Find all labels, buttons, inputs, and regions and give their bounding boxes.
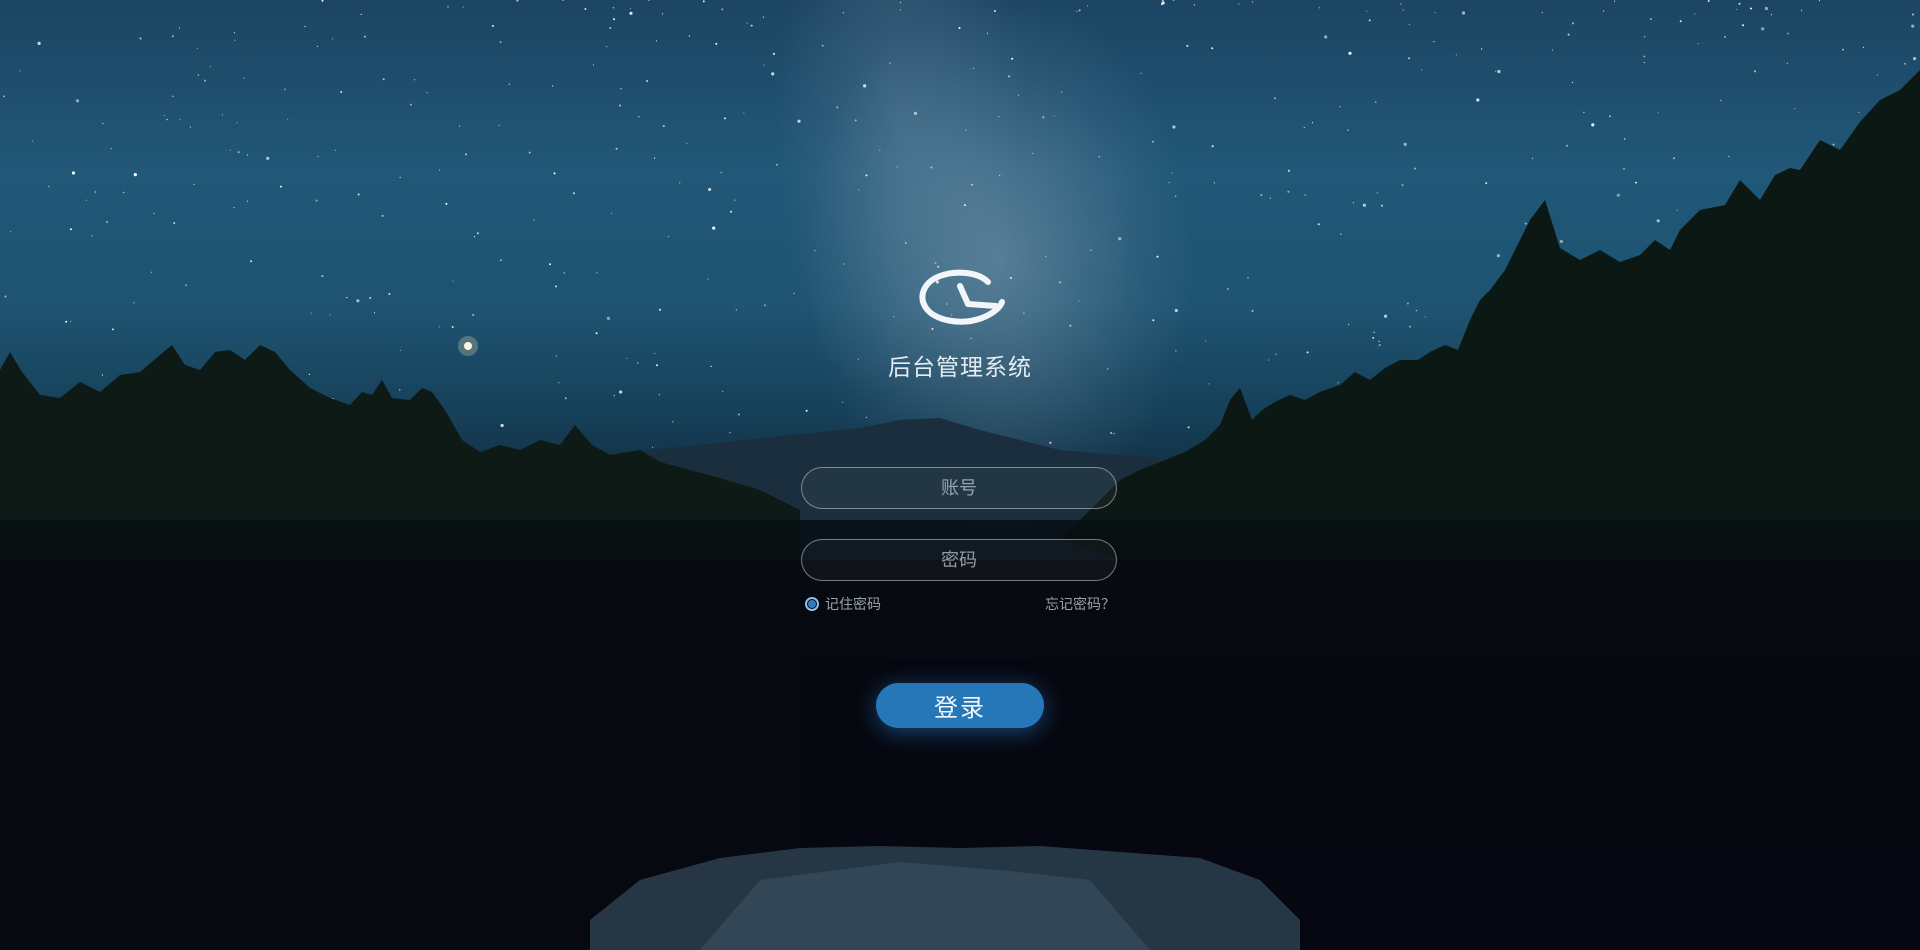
login-options-row: 记住密码 忘记密码？ (803, 594, 1119, 616)
login-panel: 后台管理系统 记住密码 忘记密码？ 登录 (0, 0, 1920, 950)
remember-password-label: 记住密码 (825, 597, 881, 613)
remember-radio-icon[interactable] (805, 597, 819, 611)
clock-swirl-icon (919, 269, 1005, 325)
remember-password-option[interactable]: 记住密码 (805, 594, 881, 614)
login-button[interactable]: 登录 (876, 683, 1044, 728)
app-title: 后台管理系统 (888, 355, 1032, 381)
login-page: 后台管理系统 记住密码 忘记密码？ 登录 (0, 0, 1920, 950)
account-input[interactable] (801, 467, 1117, 509)
forgot-password-link[interactable]: 忘记密码？ (1045, 594, 1115, 614)
password-input[interactable] (801, 539, 1117, 581)
